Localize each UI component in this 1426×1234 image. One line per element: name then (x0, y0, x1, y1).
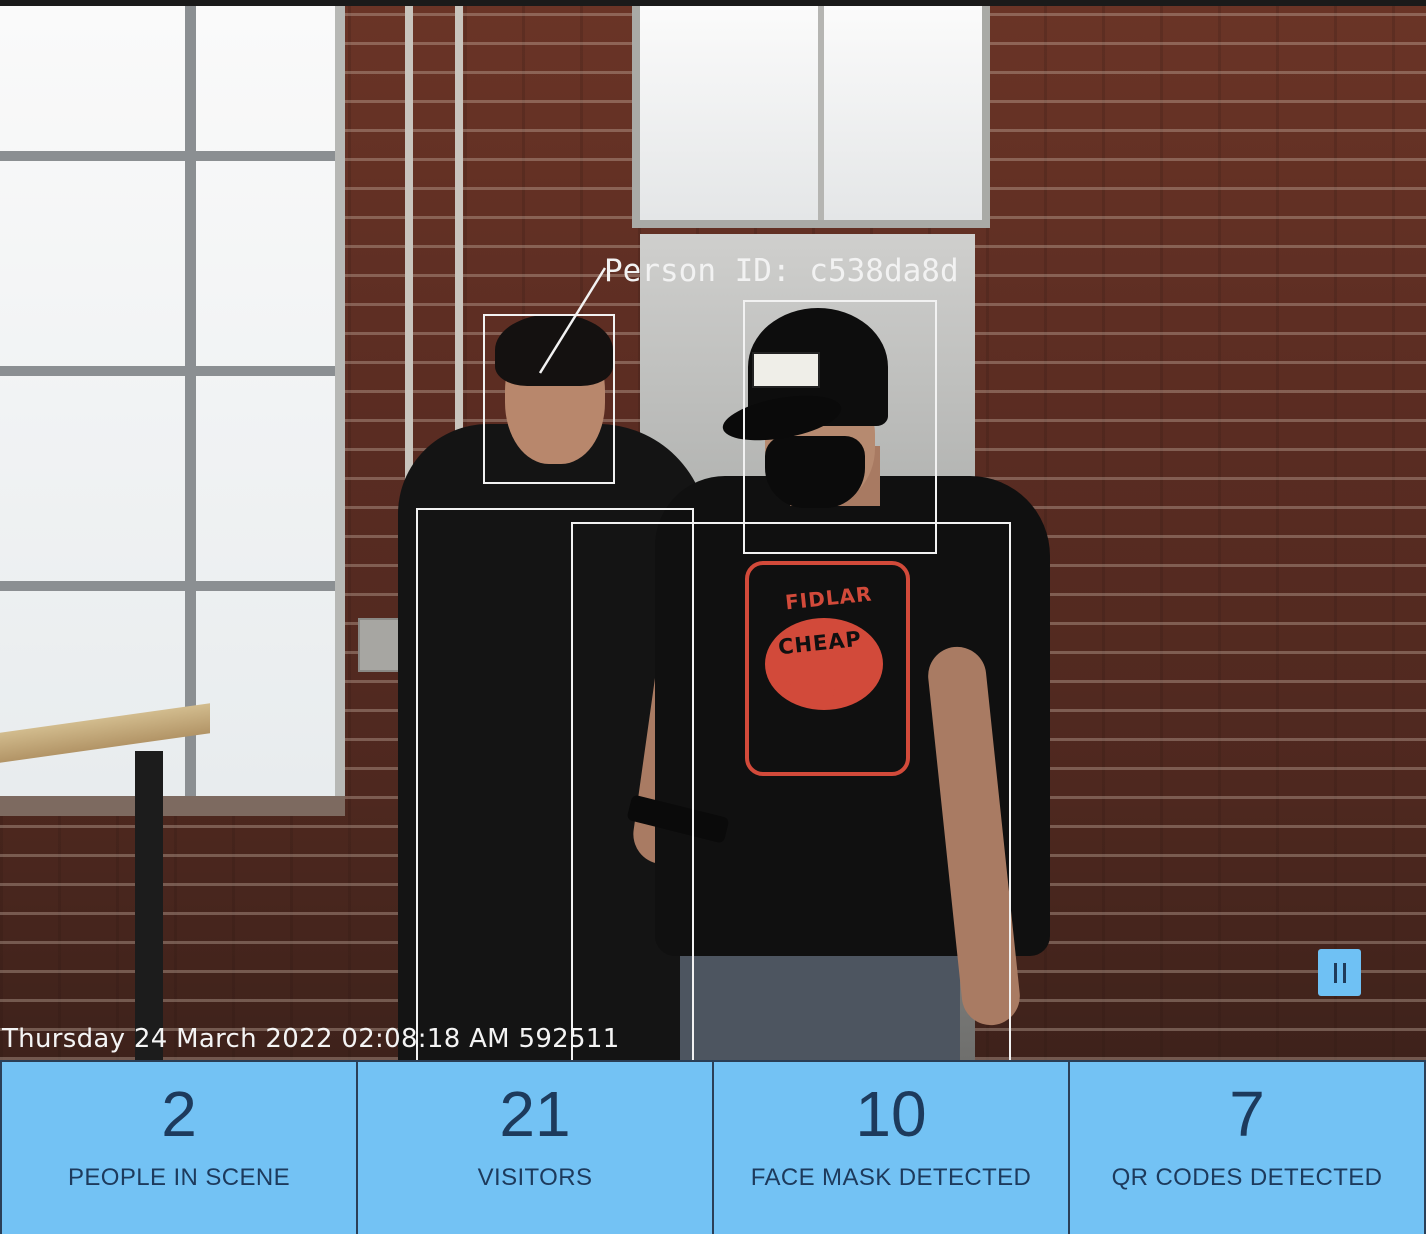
video-timestamp: Thursday 24 March 2022 02:08:18 AM 59251… (2, 1024, 620, 1054)
stat-label: FACE MASK DETECTED (750, 1164, 1032, 1191)
stat-value: 10 (855, 1078, 927, 1150)
pause-icon (1333, 962, 1337, 983)
person-id-label: Person ID: c538da8d (604, 253, 959, 289)
stat-value: 2 (161, 1078, 197, 1150)
stat-value: 21 (499, 1078, 571, 1150)
stat-qr-codes-detected: 7 QR CODES DETECTED (1070, 1062, 1426, 1234)
stat-value: 7 (1229, 1078, 1265, 1150)
stat-people-in-scene: 2 PEOPLE IN SCENE (0, 1062, 358, 1234)
stat-label: PEOPLE IN SCENE (67, 1164, 291, 1191)
stat-visitors: 21 VISITORS (358, 1062, 714, 1234)
pause-button[interactable] (1318, 949, 1361, 996)
pause-icon (1342, 962, 1346, 983)
stat-label: QR CODES DETECTED (1111, 1164, 1383, 1191)
label-leader-line (538, 267, 607, 374)
stat-label: VISITORS (477, 1164, 593, 1191)
stat-face-mask-detected: 10 FACE MASK DETECTED (714, 1062, 1070, 1234)
video-feed[interactable]: FIDLAR CHEAP BEER Person ID: c538da8d Th… (0, 6, 1426, 1060)
stats-bar: 2 PEOPLE IN SCENE 21 VISITORS 10 FACE MA… (0, 1060, 1426, 1234)
